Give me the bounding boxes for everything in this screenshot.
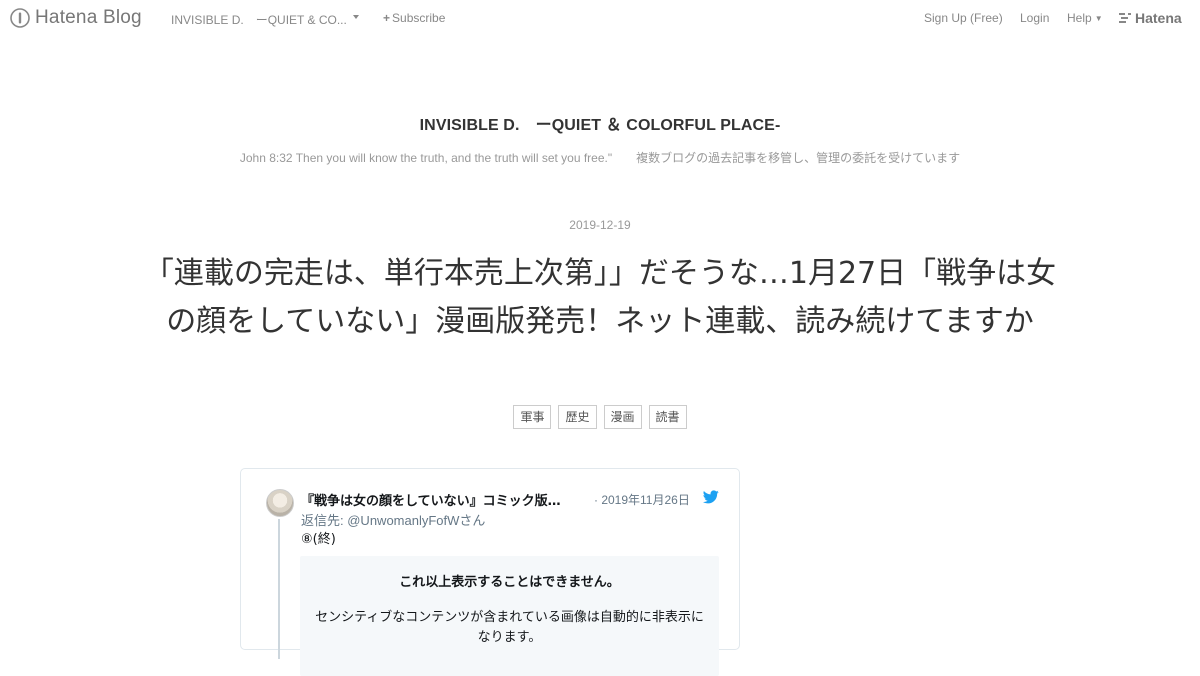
- help-label: Help: [1067, 11, 1092, 25]
- signup-link[interactable]: Sign Up (Free): [924, 11, 1003, 25]
- login-link[interactable]: Login: [1020, 11, 1049, 25]
- tag-military[interactable]: 軍事: [513, 405, 552, 429]
- tweet-date[interactable]: · 2019年11月26日: [594, 491, 690, 508]
- sensitive-media-notice: これ以上表示することはできません。 センシティブなコンテンツが含まれている画像は…: [300, 556, 719, 676]
- thread-line: [278, 519, 280, 659]
- hatena-logo-icon: [1119, 13, 1131, 23]
- tag-reading[interactable]: 読書: [648, 405, 687, 429]
- help-menu[interactable]: Help ▼: [1067, 11, 1103, 25]
- subscribe-label: Subscribe: [392, 11, 446, 25]
- tweet-reply-to: 返信先: @UnwomanlyFofWさん: [301, 510, 485, 529]
- hatena-wordmark: Hatena: [1135, 10, 1182, 26]
- reply-handle-link[interactable]: @UnwomanlyFofWさん: [347, 513, 485, 528]
- twitter-bird-icon[interactable]: [703, 490, 719, 504]
- hatena-home-link[interactable]: Hatena: [1118, 10, 1182, 26]
- caret-down-icon[interactable]: [352, 12, 360, 22]
- blog-description: John 8:32 Then you will know the truth, …: [239, 151, 961, 165]
- tweet-author-name[interactable]: 『戦争は女の顔をしていない』コミック版…: [301, 490, 561, 509]
- blog-title-menu[interactable]: INVISIBLE D. ーQUIET & CO...: [171, 11, 347, 28]
- reply-prefix: 返信先:: [301, 513, 348, 528]
- blog-title[interactable]: INVISIBLE D. ーQUIET ＆ COLORFUL PLACE-: [0, 111, 1200, 135]
- tag-manga[interactable]: 漫画: [603, 405, 642, 429]
- brand-name: Hatena Blog: [35, 7, 142, 28]
- subscribe-button[interactable]: + Subscribe: [383, 11, 445, 25]
- hatena-blog-logo-icon: [10, 8, 30, 28]
- entry-date[interactable]: 2019-12-19: [0, 218, 1200, 232]
- avatar[interactable]: [266, 489, 294, 517]
- notice-body: センシティブなコンテンツが含まれている画像は自動的に非表示になります。: [315, 610, 704, 645]
- embedded-tweet[interactable]: 『戦争は女の顔をしていない』コミック版… · 2019年11月26日 返信先: …: [240, 468, 740, 676]
- global-header: Hatena Blog INVISIBLE D. ーQUIET & CO... …: [0, 0, 1200, 36]
- tag-history[interactable]: 歴史: [558, 405, 597, 429]
- notice-title: これ以上表示することはできません。: [399, 575, 620, 590]
- entry-title[interactable]: 「連載の完走は、単行本売上次第」」だそうな…1月27日「戦争は女の顔をしていない…: [140, 250, 1060, 346]
- entry-tags: 軍事 歴史 漫画 読書: [0, 405, 1200, 429]
- tweet-text: ⑧(終): [301, 532, 336, 547]
- hatena-blog-home-link[interactable]: Hatena Blog: [10, 7, 142, 29]
- caret-down-icon: ▼: [1094, 14, 1103, 23]
- plus-icon: +: [383, 11, 391, 25]
